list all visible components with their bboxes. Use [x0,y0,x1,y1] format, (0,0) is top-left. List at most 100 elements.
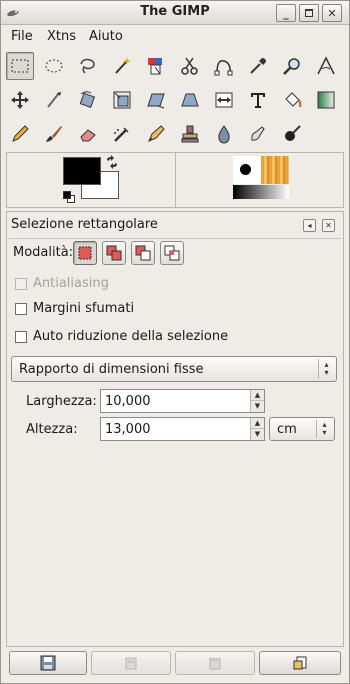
pencil-tool[interactable] [6,120,34,148]
rect-select-tool[interactable] [6,52,34,80]
reset-colors-button[interactable] [63,191,71,199]
paths-tool[interactable] [210,52,238,80]
blur-icon [218,125,230,144]
menu-file[interactable]: File [11,29,33,44]
pattern-preview[interactable] [261,156,289,184]
feather-edges-checkbox[interactable]: Margini sfumati [15,301,134,316]
add-mode-button[interactable] [102,241,126,265]
crop-icon [47,92,61,108]
crop-tool[interactable] [40,86,68,114]
swap-colors-icon[interactable] [105,155,119,169]
scale-icon [113,91,131,109]
width-spinner[interactable]: ▲ ▼ [250,390,264,412]
move-icon [11,91,29,109]
restore-options-icon [125,657,137,670]
minimize-button[interactable]: _ [276,4,296,22]
foreground-color-swatch[interactable] [63,157,101,185]
zoom-icon [283,58,300,75]
save-options-button[interactable] [9,651,87,675]
move-tool[interactable] [6,86,34,114]
blur-tool[interactable] [210,120,238,148]
panel-menu-icon: ◂ [307,221,312,230]
airbrush-tool[interactable] [108,120,136,148]
paths-icon [214,60,233,76]
save-options-icon [40,655,56,671]
paintbrush-tool[interactable] [40,120,68,148]
tool-options-content: Modalità: Antialiasing Margini sfumati A… [9,238,341,644]
ink-icon [148,125,165,142]
panel-close-button[interactable]: ✕ [322,219,335,232]
lasso-tool[interactable] [74,52,102,80]
delete-options-icon [209,658,221,670]
replace-mode-icon [78,246,92,260]
shear-tool[interactable] [142,86,170,114]
panel-menu-button[interactable]: ◂ [303,219,316,232]
clone-tool[interactable] [176,120,204,148]
antialiasing-checkbox[interactable]: Antialiasing [15,276,109,291]
maximize-button[interactable] [299,4,319,22]
feather-edges-box [15,302,27,315]
rotate-tool[interactable] [74,86,102,114]
height-value: 13,000 [105,421,151,437]
ellipse-select-tool[interactable] [40,52,68,80]
rect-select-icon [11,59,29,73]
add-mode-icon [106,245,122,261]
color-picker-tool[interactable] [244,52,272,80]
subtract-mode-icon [135,245,151,261]
flip-icon [215,92,233,108]
eraser-tool[interactable] [74,120,102,148]
intersect-mode-button[interactable] [160,241,184,265]
perspective-tool[interactable] [176,86,204,114]
flip-tool[interactable] [210,86,238,114]
measure-icon [317,56,335,75]
width-value: 10,000 [105,393,151,409]
menu-xtns[interactable]: Xtns [47,29,76,44]
fixed-mode-select[interactable]: Rapporto di dimensioni fisse ▴ ▾ [11,356,337,382]
title-bar[interactable]: The GIMP _ ✕ [1,1,349,25]
magic-wand-tool[interactable] [108,52,136,80]
select-arrows-icon: ▴ ▾ [316,420,332,438]
restore-options-button[interactable] [91,651,171,675]
eraser-icon [80,129,96,142]
auto-shrink-label: Auto riduzione della selezione [33,329,229,344]
replace-mode-button[interactable] [73,241,97,265]
blend-tool[interactable] [312,86,340,114]
scissors-tool[interactable] [176,52,204,80]
width-input[interactable]: 10,000 ▲ ▼ [100,389,265,413]
auto-shrink-checkbox[interactable]: Auto riduzione della selezione [15,329,228,344]
menu-aiuto[interactable]: Aiuto [89,29,123,44]
clone-icon [181,125,199,143]
bucket-fill-icon [285,92,302,108]
brush-preview[interactable] [233,156,261,184]
smudge-tool[interactable] [244,120,272,148]
reset-options-button[interactable] [259,651,341,675]
measure-tool[interactable] [312,52,340,80]
antialiasing-label: Antialiasing [33,276,109,291]
close-icon: ✕ [327,6,337,20]
spin-up-icon: ▲ [251,390,264,401]
scale-tool[interactable] [108,86,136,114]
color-brush-area [6,152,344,208]
bucket-fill-tool[interactable] [278,86,306,114]
ink-tool[interactable] [142,120,170,148]
height-spinner[interactable]: ▲ ▼ [250,418,264,440]
delete-options-button[interactable] [175,651,255,675]
unit-select[interactable]: cm ▴ ▾ [269,417,335,441]
paintbrush-icon [46,126,62,142]
zoom-tool[interactable] [278,52,306,80]
gradient-preview[interactable] [233,185,289,199]
height-input[interactable]: 13,000 ▲ ▼ [100,417,265,441]
magic-wand-icon [115,57,131,74]
text-tool[interactable] [244,86,272,114]
color-picker-icon [250,58,266,74]
height-label: Altezza: [26,422,78,437]
tool-options-title: Selezione rettangolare [11,217,158,232]
subtract-mode-button[interactable] [131,241,155,265]
spin-down-icon: ▼ [254,430,261,438]
dodge-burn-tool[interactable] [278,120,306,148]
close-button[interactable]: ✕ [322,4,342,22]
select-arrows-icon: ▴ ▾ [318,359,334,379]
color-area-divider [175,153,176,207]
ellipse-select-icon [45,59,63,73]
select-by-color-tool[interactable] [142,52,170,80]
